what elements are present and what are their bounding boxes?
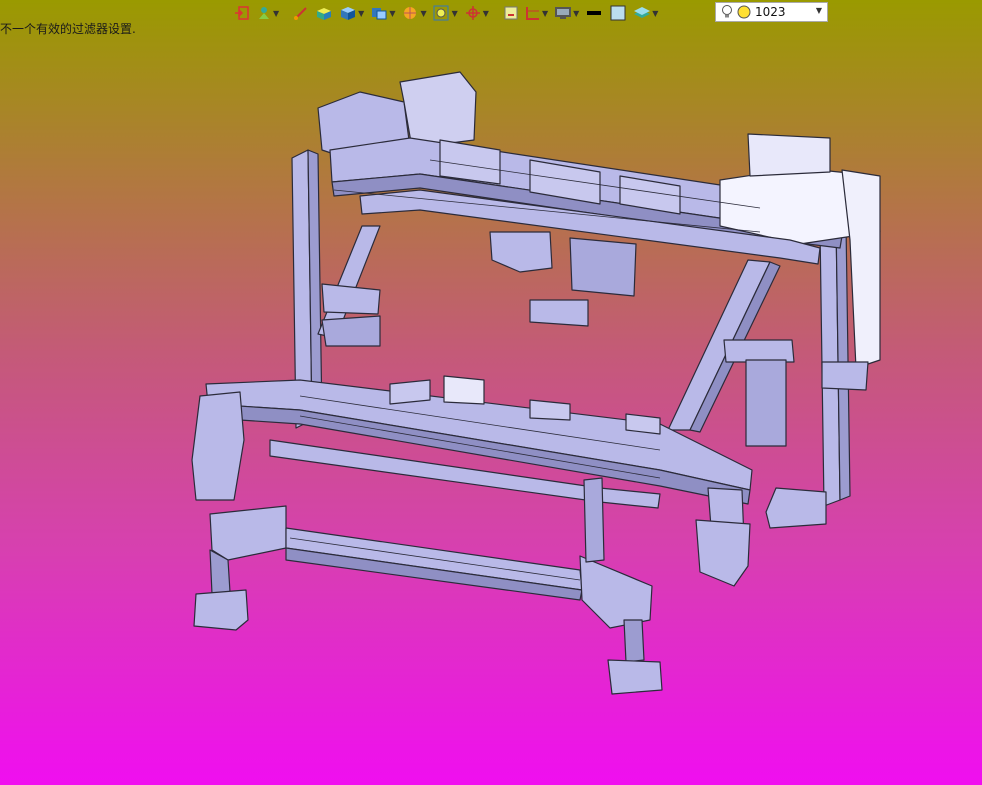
model-viewport[interactable] xyxy=(0,0,982,785)
machine-frame-model xyxy=(191,71,881,695)
